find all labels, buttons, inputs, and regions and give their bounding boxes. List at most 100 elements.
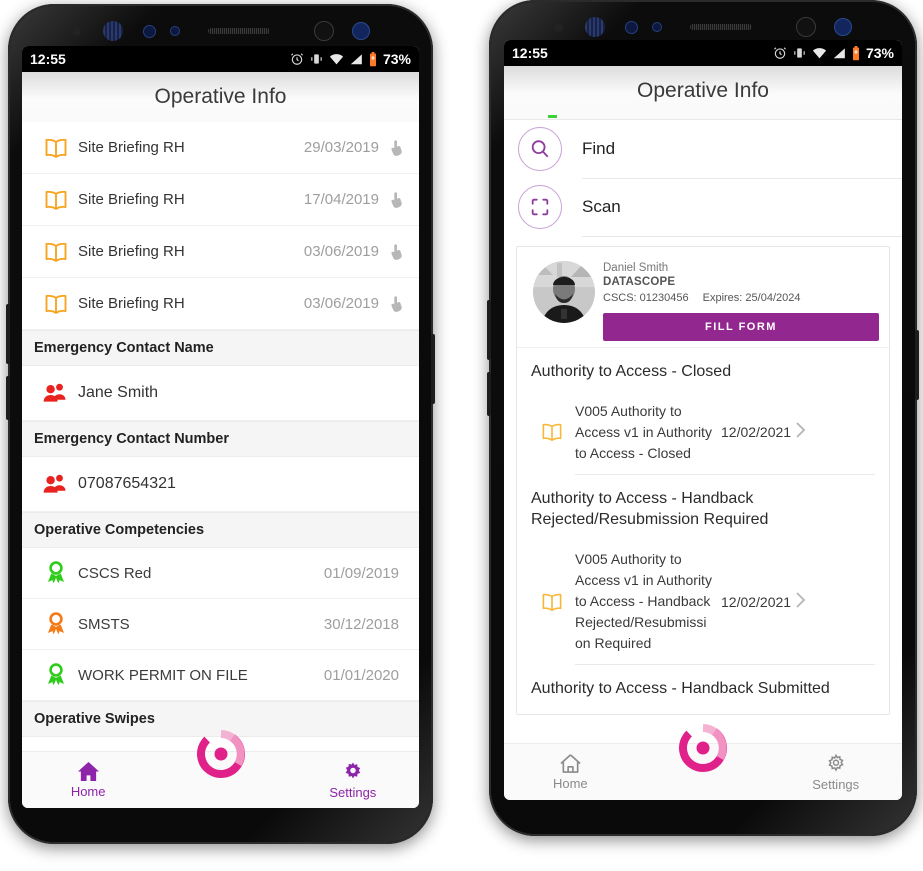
tap-hand-icon[interactable]	[387, 191, 407, 209]
book-icon	[529, 592, 575, 612]
action-scan-label: Scan	[582, 178, 902, 237]
table-row[interactable]: Site Briefing RH 29/03/2019	[22, 122, 419, 174]
proximity-sensor-icon	[554, 22, 563, 32]
vibrate-icon	[311, 54, 322, 64]
nav-item-home[interactable]: Home	[504, 753, 637, 791]
briefing-date: 03/06/2019	[303, 295, 379, 312]
form-group-title: Authority to Access - Handback Submitted	[531, 680, 830, 698]
nav-item-settings[interactable]: Settings	[769, 753, 902, 792]
iris-sensor-icon	[625, 20, 638, 34]
cscs-expiry: Expires: 25/04/2024	[702, 291, 801, 304]
tap-hand-icon[interactable]	[387, 139, 407, 157]
green-status-indicator	[548, 115, 557, 118]
briefing-label: Site Briefing RH	[78, 295, 185, 312]
tap-hand-icon[interactable]	[387, 295, 407, 313]
action-find[interactable]: Find	[504, 120, 902, 179]
wifi-icon	[812, 48, 827, 59]
secondary-camera-icon	[796, 17, 816, 37]
alarm-icon	[291, 53, 303, 65]
battery-percent: 73%	[865, 45, 894, 61]
secondary-camera-icon	[313, 21, 334, 41]
fill-form-button[interactable]: FILL FORM	[603, 313, 879, 342]
competency-label: WORK PERMIT ON FILE	[78, 666, 248, 684]
left-content-scroll[interactable]: Site Briefing RH 29/03/2019 Site Briefin…	[22, 122, 419, 752]
app-logo-icon[interactable]	[193, 726, 249, 782]
form-row[interactable]: V005 Authority to Access v1 in Authority…	[517, 539, 889, 664]
contacts-icon	[34, 473, 78, 495]
phone-left-screen: 12:55 73% Operative Info Site Briefing R…	[22, 46, 419, 808]
award-icon	[34, 560, 78, 586]
phone-right: 12:55 73% Operative Info Find Scan Danie…	[487, 0, 919, 836]
book-icon	[529, 422, 575, 442]
table-row[interactable]: Site Briefing RH 03/06/2019	[22, 278, 419, 330]
phone-right-sensor-row	[489, 14, 917, 40]
competency-row[interactable]: SMSTS 30/12/2018	[22, 599, 419, 650]
table-row[interactable]: Site Briefing RH 03/06/2019	[22, 226, 419, 278]
signal-icon	[350, 54, 362, 65]
form-group-title: Authority to Access - Closed	[531, 363, 732, 381]
form-row[interactable]: V005 Authority to Access v1 in Authority…	[517, 391, 889, 474]
gear-icon	[828, 753, 844, 772]
battery-icon	[369, 51, 376, 66]
home-icon	[77, 761, 99, 782]
operative-name: Daniel Smith	[603, 262, 669, 274]
book-icon	[34, 293, 78, 315]
book-icon	[34, 137, 78, 159]
nav-item-home[interactable]: Home	[22, 761, 154, 799]
competency-label: CSCS Red	[78, 564, 152, 582]
section-header-emergency-contact-name: Emergency Contact Name	[22, 330, 419, 366]
phone-right-side-button	[487, 300, 491, 360]
chevron-right-icon[interactable]	[795, 421, 811, 443]
action-scan[interactable]: Scan	[504, 178, 902, 237]
app-logo-icon[interactable]	[675, 720, 731, 776]
table-row[interactable]: Site Briefing RH 17/04/2019	[22, 174, 419, 226]
profile-info: Daniel Smith DATASCOPE CSCS: 01230456 Exp…	[603, 257, 879, 342]
book-icon	[34, 241, 78, 263]
screenshot-stage: 12:55 73% Operative Info Site Briefing R…	[0, 0, 923, 871]
vibrate-icon	[794, 48, 805, 58]
wifi-icon	[329, 54, 344, 65]
briefing-date: 17/04/2019	[303, 191, 379, 208]
home-icon	[560, 754, 581, 773]
phone-left-side-button	[6, 304, 10, 364]
form-row-text: V005 Authority to Access v1 in Authority…	[575, 402, 712, 461]
status-bar-right: 12:55 73%	[504, 40, 902, 66]
proximity-sensor-icon	[71, 26, 81, 36]
section-header-operative-competencies: Operative Competencies	[22, 512, 419, 548]
emergency-contact-name-row[interactable]: Jane Smith	[22, 366, 419, 421]
front-camera-icon	[585, 17, 605, 37]
nav-item-settings-label: Settings	[329, 784, 377, 800]
earpiece-speaker-icon	[207, 28, 270, 34]
emergency-contact-number-row[interactable]: 07087654321	[22, 457, 419, 512]
competency-label: SMSTS	[78, 615, 130, 633]
right-content-scroll[interactable]: Find Scan Daniel Smith DATASCOPE CSCS: 0…	[504, 114, 902, 744]
chevron-right-icon[interactable]	[795, 591, 811, 613]
phone-right-side-button-2	[487, 372, 491, 416]
battery-icon	[852, 45, 859, 60]
battery-percent: 73%	[382, 51, 411, 67]
briefing-label: Site Briefing RH	[78, 191, 185, 208]
tap-hand-icon[interactable]	[387, 243, 407, 261]
operative-card: Daniel Smith DATASCOPE CSCS: 01230456 Exp…	[516, 246, 890, 715]
book-icon	[34, 189, 78, 211]
nav-item-settings-label: Settings	[812, 776, 860, 792]
operative-company: DATASCOPE	[603, 276, 676, 289]
nav-item-settings[interactable]: Settings	[287, 761, 419, 800]
phone-left-sensor-row	[8, 18, 433, 44]
signal-icon	[833, 48, 845, 59]
form-group-title: Authority to Access - Handback Rejected/…	[531, 489, 769, 529]
competency-row[interactable]: CSCS Red 01/09/2019	[22, 548, 419, 599]
search-icon	[518, 127, 562, 171]
competency-row[interactable]: WORK PERMIT ON FILE 01/01/2020	[22, 650, 419, 701]
app-bar-right: Operative Info	[504, 66, 902, 117]
nav-item-home-label: Home	[70, 784, 106, 799]
phone-left-power-button	[431, 334, 435, 404]
briefing-date: 03/06/2019	[303, 243, 379, 260]
status-time: 12:55	[30, 51, 66, 67]
scan-icon	[518, 185, 562, 229]
flash-sensor-icon	[351, 22, 370, 40]
form-row-text: V005 Authority to Access v1 in Authority…	[575, 551, 712, 652]
competency-date: 01/01/2020	[323, 666, 399, 684]
earpiece-speaker-icon	[690, 24, 752, 30]
alarm-icon	[774, 47, 786, 59]
